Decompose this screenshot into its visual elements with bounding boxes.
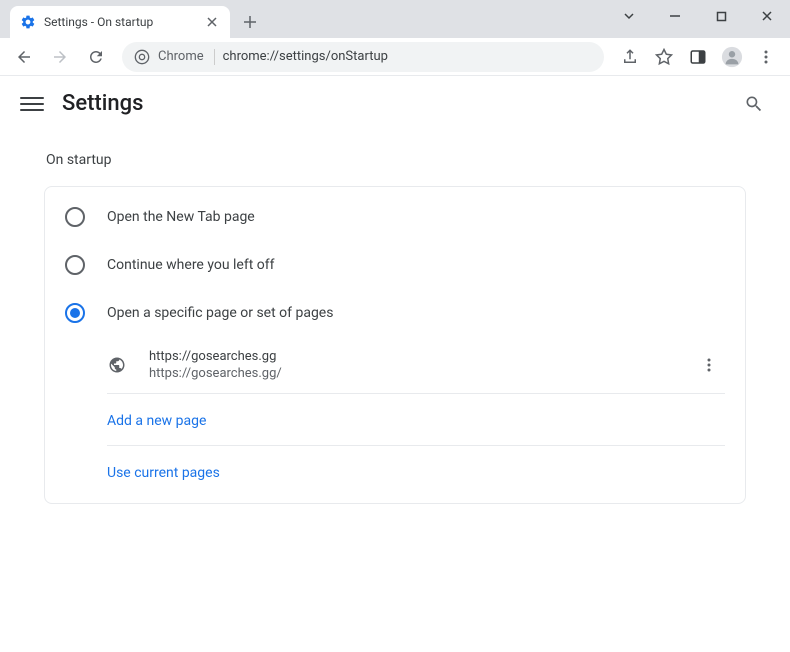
reload-button[interactable] — [80, 41, 112, 73]
back-button[interactable] — [8, 41, 40, 73]
minimize-button[interactable] — [652, 0, 698, 32]
page-entry-menu-icon[interactable] — [693, 349, 725, 381]
gear-icon — [20, 14, 36, 30]
radio-icon — [65, 303, 85, 323]
browser-tab[interactable]: Settings - On startup — [10, 6, 230, 38]
startup-page-entry: https://gosearches.gg https://gosearches… — [45, 337, 745, 393]
add-new-page-link[interactable]: Add a new page — [107, 413, 206, 429]
omnibox-prefix: Chrome — [134, 49, 215, 65]
radio-label: Open a specific page or set of pages — [107, 305, 333, 321]
content: On startup Open the New Tab page Continu… — [0, 132, 790, 524]
dropdown-icon[interactable] — [606, 0, 652, 32]
radio-label: Open the New Tab page — [107, 209, 255, 225]
settings-header: Settings — [0, 76, 790, 132]
page-title: Settings — [62, 91, 720, 116]
titlebar: Settings - On startup — [0, 0, 790, 38]
radio-icon — [65, 207, 85, 227]
omnibox-prefix-label: Chrome — [158, 49, 204, 64]
page-entry-url: https://gosearches.gg/ — [149, 366, 671, 381]
menu-icon[interactable] — [750, 41, 782, 73]
profile-icon[interactable] — [716, 41, 748, 73]
tab-title: Settings - On startup — [44, 15, 196, 29]
window-controls — [606, 0, 790, 32]
omnibox-url: chrome://settings/onStartup — [223, 49, 388, 64]
radio-continue[interactable]: Continue where you left off — [45, 241, 745, 289]
share-icon[interactable] — [614, 41, 646, 73]
search-icon[interactable] — [738, 88, 770, 120]
startup-card: Open the New Tab page Continue where you… — [44, 186, 746, 504]
omnibox[interactable]: Chrome chrome://settings/onStartup — [122, 42, 604, 72]
hamburger-icon[interactable] — [20, 92, 44, 116]
forward-button[interactable] — [44, 41, 76, 73]
radio-label: Continue where you left off — [107, 257, 275, 273]
section-title: On startup — [44, 152, 746, 168]
maximize-button[interactable] — [698, 0, 744, 32]
radio-open-new-tab[interactable]: Open the New Tab page — [45, 193, 745, 241]
radio-specific-pages[interactable]: Open a specific page or set of pages — [45, 289, 745, 337]
bookmark-icon[interactable] — [648, 41, 680, 73]
new-tab-button[interactable] — [236, 8, 264, 36]
window-close-button[interactable] — [744, 0, 790, 32]
globe-icon — [107, 355, 127, 375]
chrome-icon — [134, 49, 150, 65]
sidepanel-icon[interactable] — [682, 41, 714, 73]
radio-icon — [65, 255, 85, 275]
toolbar: Chrome chrome://settings/onStartup — [0, 38, 790, 76]
close-icon[interactable] — [204, 14, 220, 30]
page-entry-title: https://gosearches.gg — [149, 349, 671, 364]
use-current-pages-link[interactable]: Use current pages — [107, 465, 220, 481]
